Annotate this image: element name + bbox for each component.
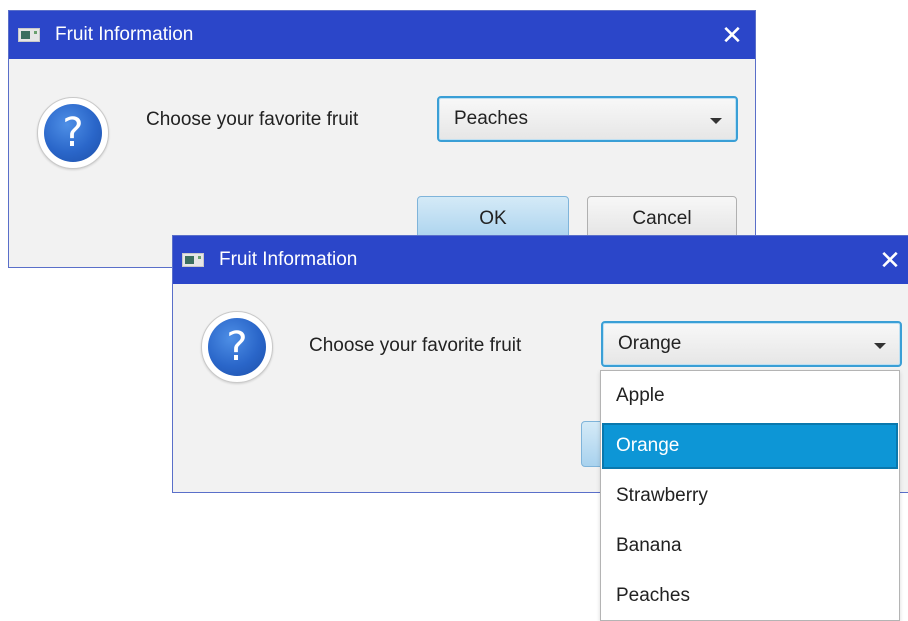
question-icon: ? (201, 311, 273, 383)
close-icon[interactable]: ✕ (873, 244, 907, 276)
window-title: Fruit Information (55, 24, 194, 45)
dropdown-option-apple[interactable]: Apple (602, 373, 898, 419)
close-icon[interactable]: ✕ (715, 19, 749, 51)
titlebar[interactable]: Fruit Information ✕ (9, 11, 755, 59)
prompt-label: Choose your favorite fruit (309, 335, 522, 356)
titlebar[interactable]: Fruit Information ✕ (173, 236, 908, 284)
combo-value: Orange (618, 333, 682, 354)
chevron-down-icon (710, 118, 722, 124)
dialog-back: Fruit Information ✕ ? Choose your favori… (8, 10, 756, 268)
chevron-down-icon (874, 343, 886, 349)
question-glyph: ? (208, 318, 266, 376)
combo-value: Peaches (454, 108, 528, 129)
dropdown-option-orange[interactable]: Orange (602, 423, 898, 469)
window-title: Fruit Information (219, 249, 358, 270)
fruit-combo[interactable]: Orange (601, 321, 902, 367)
dropdown-option-strawberry[interactable]: Strawberry (602, 473, 898, 519)
app-window-icon (182, 253, 204, 267)
dropdown-option-peaches[interactable]: Peaches (602, 573, 898, 619)
prompt-label: Choose your favorite fruit (146, 109, 359, 130)
fruit-combo[interactable]: Peaches (437, 96, 738, 142)
app-window-icon (18, 28, 40, 42)
fruit-dropdown-list: Apple Orange Strawberry Banana Peaches (600, 370, 900, 621)
question-glyph: ? (44, 104, 102, 162)
dropdown-option-banana[interactable]: Banana (602, 523, 898, 569)
question-icon: ? (37, 97, 109, 169)
